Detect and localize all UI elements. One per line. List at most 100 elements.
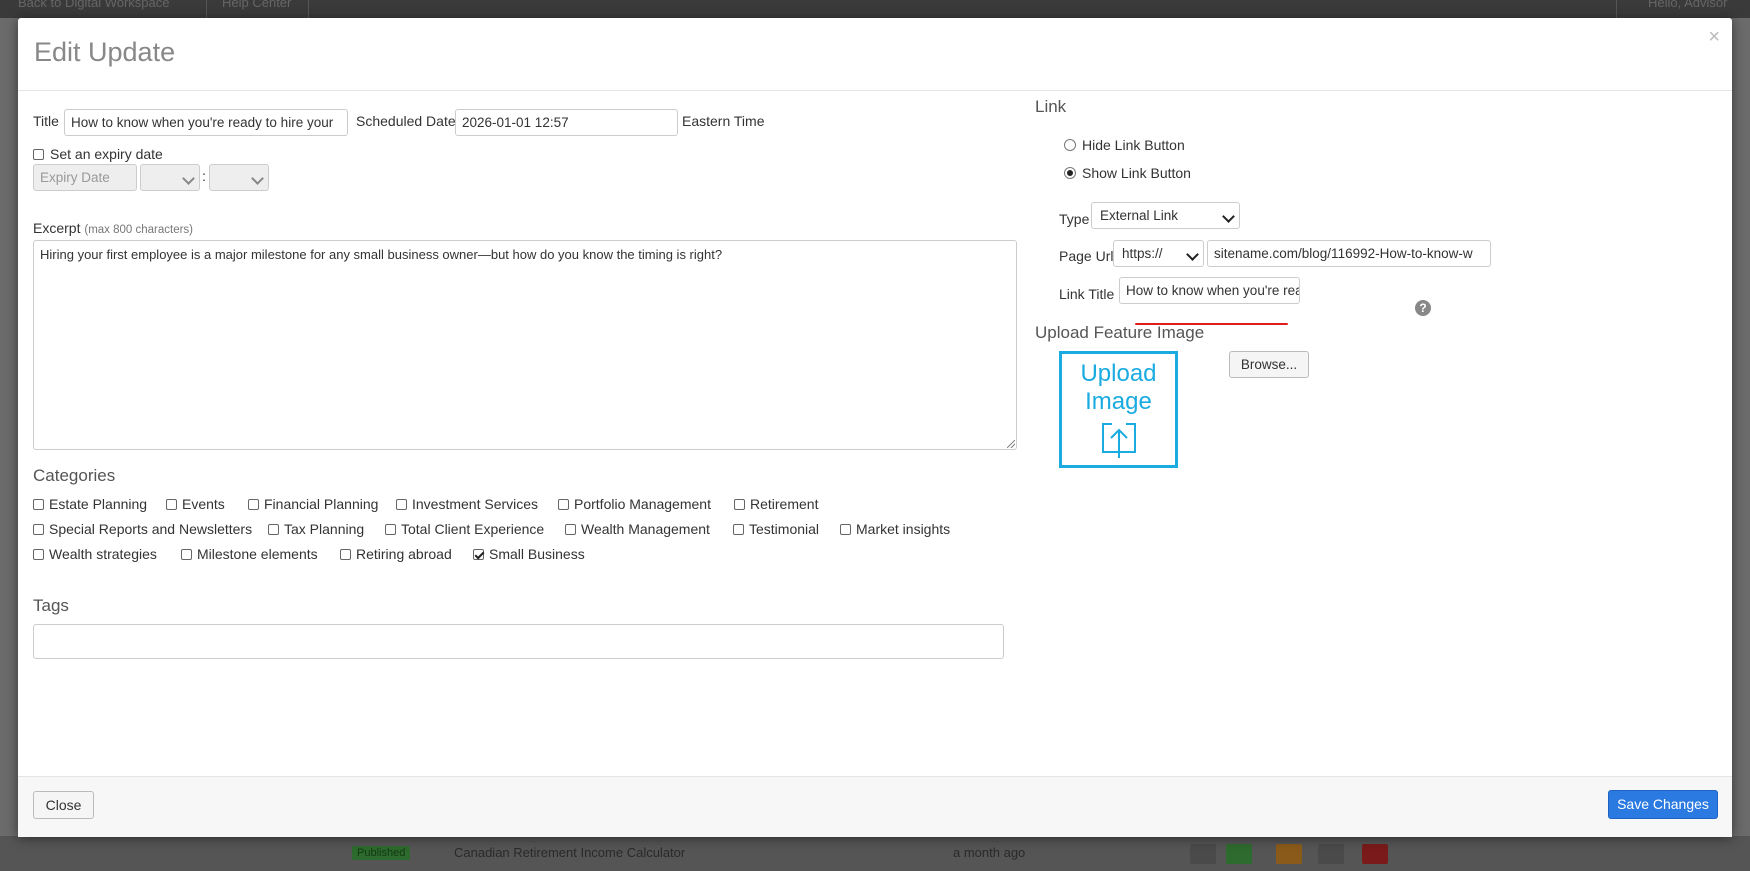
- save-changes-button[interactable]: Save Changes: [1608, 790, 1718, 819]
- category-label: Small Business: [489, 546, 585, 562]
- upload-arrow-icon: [1101, 423, 1136, 458]
- excerpt-hint: (max 800 characters): [84, 224, 194, 236]
- link-heading: Link: [1035, 97, 1067, 116]
- category-checkbox[interactable]: [33, 524, 44, 535]
- category-label: Testimonial: [749, 521, 820, 537]
- category-label: Retiring abroad: [356, 546, 452, 562]
- close-button[interactable]: Close: [33, 791, 94, 819]
- category-label: Special Reports and Newsletters: [49, 521, 253, 537]
- link-type-value: External Link: [1100, 208, 1179, 223]
- divider: [1616, 0, 1617, 18]
- category-checkbox[interactable]: [473, 549, 484, 560]
- edit-update-modal: Edit Update × Title How to know when you…: [18, 18, 1732, 837]
- close-icon[interactable]: ×: [1708, 26, 1720, 49]
- user-greeting: Hello, Advisor: [1648, 0, 1728, 10]
- upload-text-line1: Upload: [1080, 360, 1157, 387]
- upload-image-dropzone[interactable]: Upload Image: [1059, 351, 1178, 468]
- category-checkbox[interactable]: [558, 499, 569, 510]
- expiry-checkbox-label: Set an expiry date: [50, 146, 163, 162]
- help-icon[interactable]: ?: [1415, 300, 1431, 316]
- edit-icon: [1190, 844, 1216, 864]
- help-center-link: Help Center: [222, 0, 292, 10]
- category-label: Tax Planning: [284, 521, 365, 537]
- category-label: Retirement: [750, 496, 819, 512]
- category-label: Market insights: [856, 521, 951, 537]
- page-url-input[interactable]: sitename.com/blog/116992-How-to-know-w: [1207, 240, 1491, 267]
- modal-header: Edit Update ×: [18, 18, 1732, 91]
- categories-heading: Categories: [33, 466, 116, 485]
- delete-icon: [1362, 844, 1388, 864]
- show-link-label: Show Link Button: [1082, 165, 1191, 181]
- excerpt-label-text: Excerpt: [33, 220, 81, 236]
- back-to-workspace-link: Back to Digital Workspace: [18, 0, 170, 10]
- excerpt-text: Hiring your first employee is a major mi…: [40, 247, 723, 262]
- chevron-down-icon: [182, 172, 195, 185]
- chevron-down-icon: [1186, 248, 1199, 261]
- link-type-select[interactable]: External Link: [1091, 202, 1240, 229]
- protocol-value: https://: [1122, 246, 1163, 261]
- category-checkbox[interactable]: [733, 524, 744, 535]
- category-checkbox[interactable]: [385, 524, 396, 535]
- category-checkbox[interactable]: [734, 499, 745, 510]
- category-label: Total Client Experience: [401, 521, 545, 537]
- comment-icon: [1318, 844, 1344, 864]
- row-title: Canadian Retirement Income Calculator: [454, 845, 686, 860]
- tags-input[interactable]: [33, 624, 1004, 659]
- scheduled-date-input[interactable]: 2026-01-01 12:57: [455, 109, 678, 136]
- upload-text-line2: Image: [1085, 388, 1152, 415]
- chevron-down-icon: [1222, 210, 1235, 223]
- category-label: Wealth Management: [581, 521, 710, 537]
- category-checkbox[interactable]: [248, 499, 259, 510]
- protocol-select[interactable]: https://: [1113, 240, 1204, 267]
- category-label: Financial Planning: [264, 496, 379, 512]
- show-link-radio[interactable]: [1064, 167, 1076, 179]
- category-label: Events: [182, 496, 225, 512]
- upload-heading: Upload Feature Image: [1035, 323, 1205, 342]
- expiry-date-input[interactable]: Expiry Date: [33, 164, 137, 191]
- type-label: Type: [1059, 211, 1090, 227]
- divider: [206, 0, 207, 18]
- hide-link-radio[interactable]: [1064, 139, 1076, 151]
- modal-title: Edit Update: [34, 37, 176, 67]
- page-url-label: Page Url: [1059, 248, 1114, 264]
- browse-button[interactable]: Browse...: [1229, 351, 1309, 378]
- link-title-label: Link Title: [1059, 286, 1115, 302]
- category-checkbox[interactable]: [565, 524, 576, 535]
- category-checkbox[interactable]: [181, 549, 192, 560]
- hide-link-label: Hide Link Button: [1082, 137, 1185, 153]
- time-separator: :: [202, 168, 206, 184]
- category-checkbox[interactable]: [166, 499, 177, 510]
- category-checkbox[interactable]: [33, 549, 44, 560]
- expiry-hour-select[interactable]: [140, 164, 200, 191]
- row-time: a month ago: [953, 845, 1026, 860]
- category-label: Estate Planning: [49, 496, 148, 512]
- excerpt-textarea[interactable]: Hiring your first employee is a major mi…: [33, 240, 1017, 450]
- background-topbar: Back to Digital Workspace Help Center He…: [0, 0, 1750, 18]
- category-label: Portfolio Management: [574, 496, 711, 512]
- category-checkbox[interactable]: [840, 524, 851, 535]
- status-badge: Published: [352, 846, 411, 860]
- category-label: Wealth strategies: [49, 546, 157, 562]
- scheduled-date-label: Scheduled Date: [356, 113, 456, 129]
- chevron-down-icon: [251, 172, 264, 185]
- expiry-checkbox[interactable]: [33, 149, 44, 160]
- tags-heading: Tags: [33, 596, 69, 615]
- category-checkbox[interactable]: [33, 499, 44, 510]
- divider: [308, 0, 309, 18]
- modal-footer: Close Save Changes: [18, 776, 1732, 837]
- link-title-input[interactable]: How to know when you're ready to hire yo…: [1119, 277, 1300, 304]
- publish-icon: [1226, 844, 1252, 864]
- category-checkbox[interactable]: [340, 549, 351, 560]
- expiry-minute-select[interactable]: [209, 164, 269, 191]
- category-label: Milestone elements: [197, 546, 318, 562]
- category-label: Investment Services: [412, 496, 539, 512]
- category-checkbox[interactable]: [396, 499, 407, 510]
- resize-handle[interactable]: [1007, 440, 1015, 448]
- title-input[interactable]: How to know when you're ready to hire yo…: [64, 109, 348, 136]
- timezone-label: Eastern Time: [682, 113, 765, 129]
- category-checkbox[interactable]: [268, 524, 279, 535]
- title-label: Title: [33, 113, 59, 129]
- background-list-row: Published Canadian Retirement Income Cal…: [0, 836, 1750, 871]
- excerpt-label: Excerpt (max 800 characters): [33, 220, 193, 236]
- unpublish-icon: [1276, 844, 1302, 864]
